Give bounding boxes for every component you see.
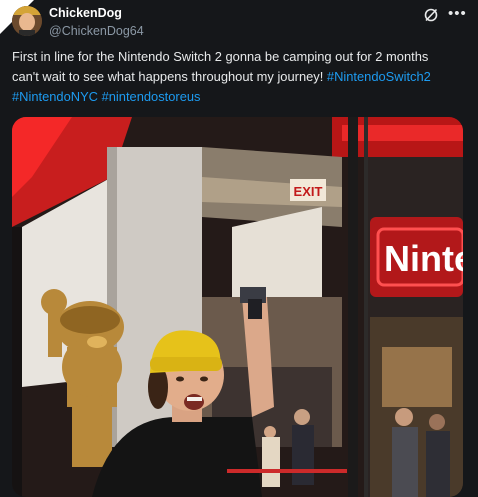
post-photo[interactable]: EXIT Ninte (12, 117, 463, 497)
hashtag-link[interactable]: #NintendoNYC (12, 89, 98, 104)
post-text-line-1: First in line for the Nintendo Switch 2 … (12, 49, 429, 64)
photo-scene: EXIT Ninte (12, 117, 463, 497)
post-text-line-2: can't wait to see what happens throughou… (12, 69, 324, 84)
hashtag-link[interactable]: #nintendostoreus (102, 89, 201, 104)
more-icon[interactable]: ••• (448, 5, 467, 22)
exit-sign: EXIT (294, 184, 323, 199)
store-sign: Ninte (384, 238, 463, 279)
display-name[interactable]: ChickenDog (49, 6, 122, 20)
grok-icon[interactable] (423, 7, 439, 23)
hashtag-link[interactable]: #NintendoSwitch2 (327, 69, 431, 84)
user-handle[interactable]: @ChickenDog64 (49, 24, 144, 38)
post-text: First in line for the Nintendo Switch 2 … (12, 47, 474, 107)
avatar[interactable] (12, 6, 42, 36)
avatar-image (12, 6, 42, 36)
